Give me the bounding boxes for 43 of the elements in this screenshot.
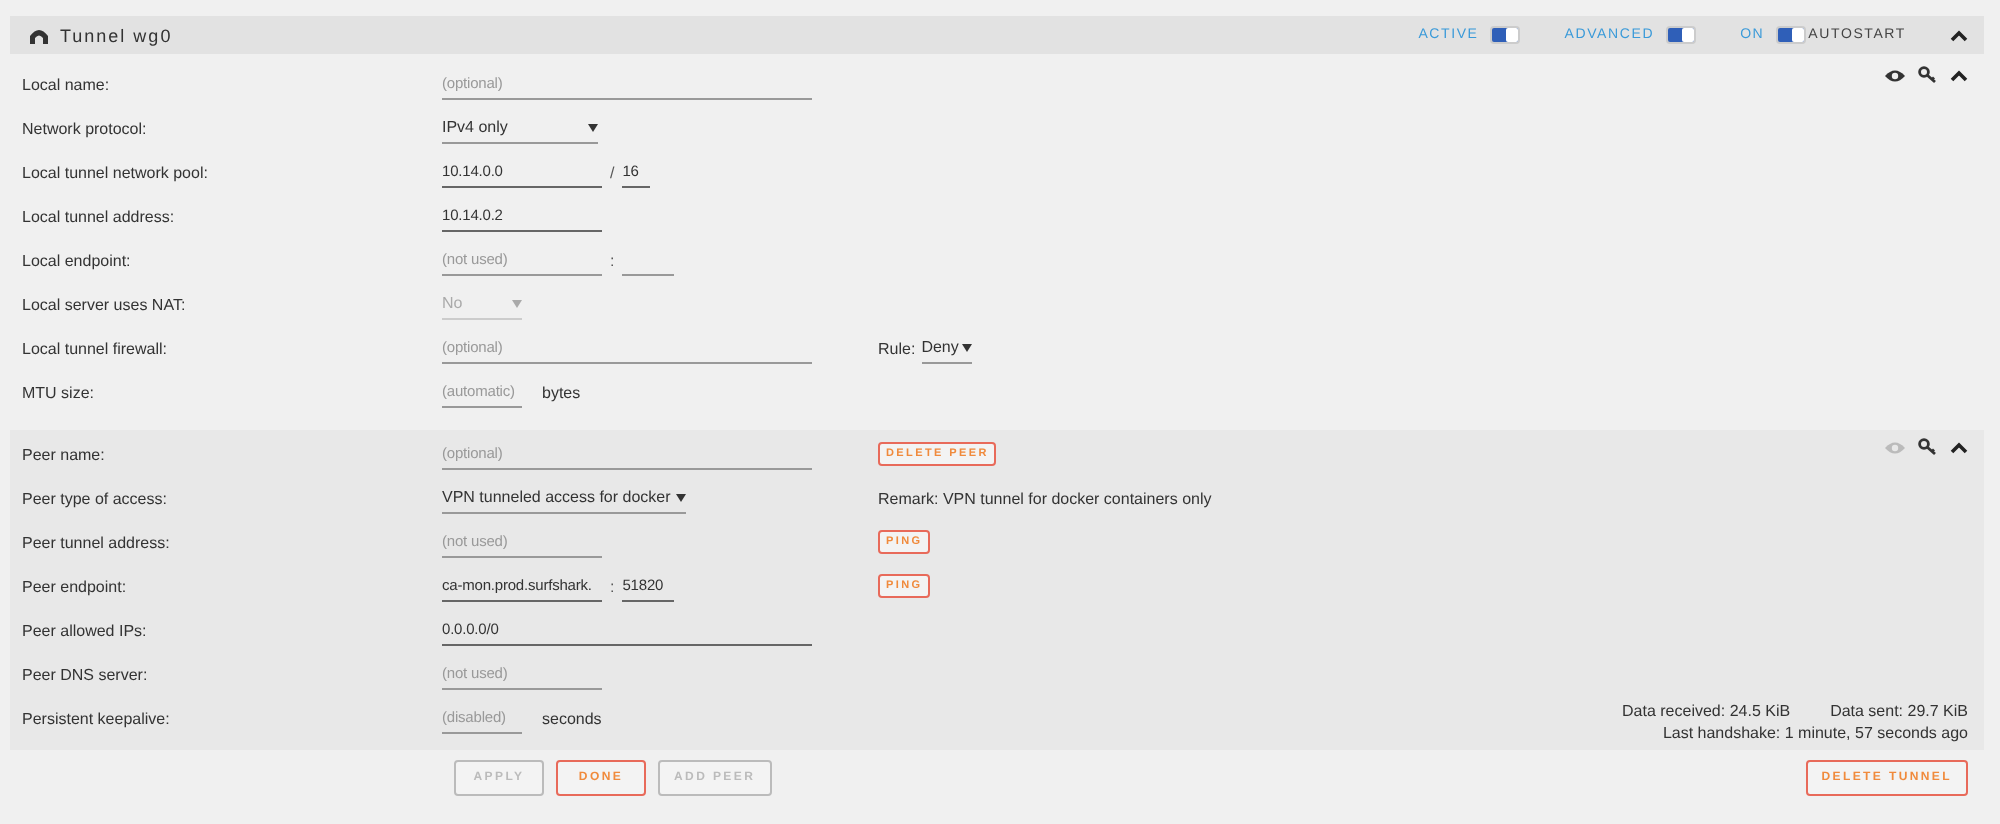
field-label: Peer allowed IPs: (20, 621, 149, 639)
field-label: Peer endpoint: (20, 577, 129, 595)
field-label: Local tunnel address: (20, 207, 177, 225)
caret-down-icon (588, 123, 598, 131)
key-icon[interactable] (1918, 438, 1938, 456)
toggle-switch[interactable] (1490, 26, 1521, 44)
field-label: Local tunnel firewall: (20, 339, 169, 357)
rule-dropdown[interactable]: Deny (921, 333, 973, 363)
separator-text: : (610, 251, 615, 269)
toggle-switch[interactable] (1776, 26, 1807, 44)
field-label: Peer name: (20, 445, 107, 463)
field-label: Network protocol: (20, 119, 149, 137)
stat-text: Data received: 24.5 KiB (1622, 702, 1791, 720)
unit-label: bytes (542, 383, 581, 401)
field-label: Local tunnel network pool: (20, 163, 210, 181)
separator-text: : (610, 577, 615, 595)
field-label: MTU size: (20, 383, 96, 401)
field-label: Peer type of access: (20, 489, 169, 507)
key-icon[interactable] (1918, 66, 1938, 84)
chevron-up-icon[interactable] (1950, 29, 1968, 41)
caret-down-icon (676, 493, 687, 501)
tunnel-title: Tunnel wg0 (60, 25, 173, 45)
chevron-up-icon[interactable] (1950, 441, 1968, 453)
tunnel-icon (30, 27, 48, 43)
field-label: Local endpoint: (20, 251, 133, 269)
unit-label: seconds (542, 709, 602, 727)
field-label: Local server uses NAT: (20, 295, 188, 313)
field-label: Peer DNS server: (20, 665, 150, 683)
dropdown[interactable]: VPN tunneled access for docker (442, 483, 687, 513)
caret-down-icon (512, 299, 522, 307)
toggle-switch[interactable] (1666, 26, 1697, 44)
remark-text: Remark: VPN tunnel for docker containers only (878, 489, 1212, 507)
separator-text: / (610, 163, 615, 181)
dropdown[interactable]: IPv4 only (442, 113, 598, 143)
field-label: Peer tunnel address: (20, 533, 172, 551)
caret-down-icon (962, 343, 973, 351)
rule-label: Rule: (878, 339, 916, 357)
field-label: Persistent keepalive: (20, 709, 172, 727)
stat-text: Data sent: 29.7 KiB (1830, 702, 1968, 720)
eye-icon[interactable] (1884, 67, 1906, 83)
chevron-up-icon[interactable] (1950, 69, 1968, 81)
field-label: Local name: (20, 75, 112, 93)
stat-text: Last handshake: 1 minute, 57 seconds ago (1662, 724, 1968, 742)
